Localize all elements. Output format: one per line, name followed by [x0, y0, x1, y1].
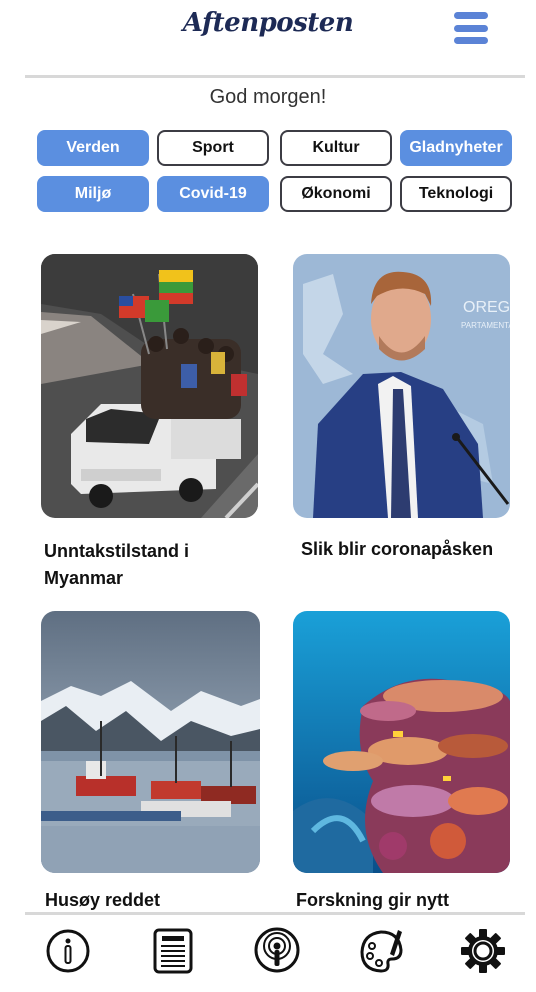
- palette-icon[interactable]: [357, 926, 407, 976]
- chip-label: Verden: [66, 139, 120, 156]
- bottom-navigation: [0, 912, 536, 992]
- health-minister-press-conference-photo: OREG PARTAMENTA: [293, 254, 510, 518]
- coral-reef-photo: [293, 611, 510, 873]
- article-card[interactable]: OREG PARTAMENTA Slik blir coronapåsken: [293, 254, 510, 594]
- svg-text:OREG: OREG: [463, 299, 510, 316]
- chip-label: Økonomi: [301, 185, 371, 202]
- app-header: Aftenposten: [0, 0, 536, 78]
- category-chip-okonomi[interactable]: Økonomi: [280, 176, 392, 212]
- article-card[interactable]: Unntakstilstand i Myanmar: [41, 254, 258, 594]
- category-chip-covid19[interactable]: Covid-19: [157, 176, 269, 212]
- newspaper-icon[interactable]: [148, 926, 198, 976]
- article-title: Slik blir coronapåsken: [301, 539, 494, 559]
- podcast-icon[interactable]: [252, 926, 302, 976]
- category-chip-sport[interactable]: Sport: [157, 130, 269, 166]
- chip-label: Miljø: [74, 185, 112, 202]
- category-chip-verden[interactable]: Verden: [37, 130, 149, 166]
- settings-gear-icon[interactable]: [458, 926, 508, 976]
- article-card[interactable]: Forskning gir nytt: [293, 611, 510, 911]
- article-title: Forskning gir nytt: [296, 890, 449, 910]
- bottom-divider: [25, 912, 525, 915]
- chip-label: Covid-19: [179, 185, 247, 202]
- category-chip-kultur[interactable]: Kultur: [280, 130, 392, 166]
- chip-label: Gladnyheter: [409, 139, 503, 156]
- category-chip-teknologi[interactable]: Teknologi: [400, 176, 512, 212]
- greeting-text: God morgen!: [209, 86, 327, 108]
- svg-text:PARTAMENTA: PARTAMENTA: [461, 321, 510, 330]
- header-divider: [25, 75, 525, 78]
- category-chip-miljo[interactable]: Miljø: [37, 176, 149, 212]
- chip-label: Teknologi: [418, 185, 494, 202]
- myanmar-protest-truck-photo: [41, 254, 258, 518]
- chip-label: Kultur: [312, 139, 360, 156]
- hamburger-menu-icon[interactable]: [454, 12, 488, 44]
- article-title: Unntakstilstand i Myanmar: [44, 541, 190, 588]
- article-title: Husøy reddet: [45, 890, 161, 910]
- husoy-harbor-mountains-photo: [41, 611, 260, 873]
- category-chip-gladnyheter[interactable]: Gladnyheter: [400, 130, 512, 166]
- info-icon[interactable]: [43, 926, 93, 976]
- chip-label: Sport: [192, 139, 234, 156]
- article-card[interactable]: Husøy reddet: [41, 611, 260, 911]
